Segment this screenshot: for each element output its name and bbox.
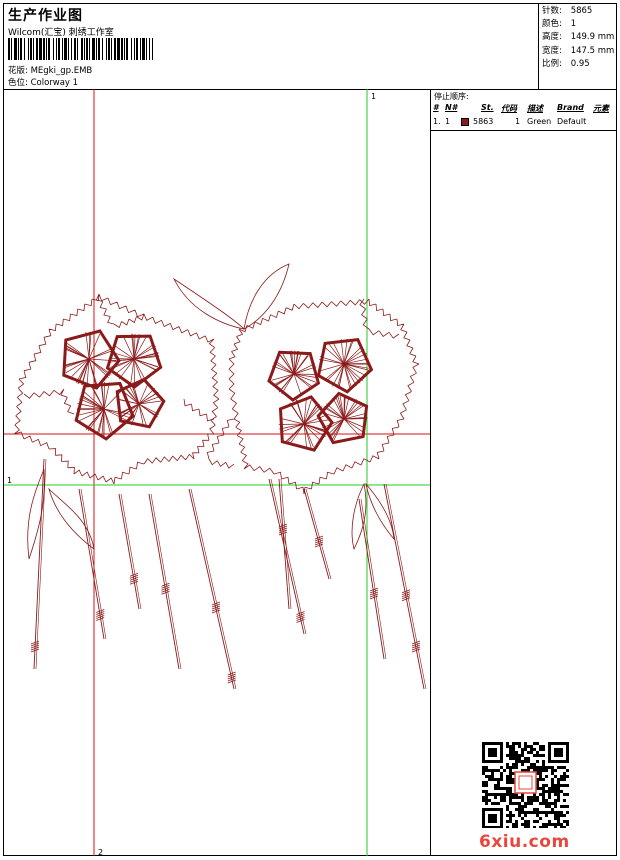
stop-sequence-header: # N# St. 代码 描述 Brand 元素 xyxy=(431,103,617,115)
marker-top: 1 xyxy=(371,92,376,101)
embroidery-design: 1 1 2 xyxy=(4,89,430,856)
colorway-value: Colorway 1 xyxy=(31,78,79,88)
colorway-line: 色位: Colorway 1 xyxy=(8,76,78,88)
file-label: 花版: xyxy=(8,66,28,76)
file-line: 花版: MEgki_gp.EMB xyxy=(8,64,92,76)
table-row: 1. 1 5863 1 Green Default xyxy=(431,117,617,129)
marker-left: 1 xyxy=(7,476,12,485)
panel-divider xyxy=(430,131,431,856)
watermark-logo: 6xiu.com xyxy=(479,832,570,852)
colorway-label: 色位: xyxy=(8,78,28,88)
stop-sequence-title: 停止顺序: xyxy=(434,91,469,102)
col-stitches: St. xyxy=(481,103,494,112)
stat-width: 宽度: 147.5 mm xyxy=(542,45,616,58)
flower-artwork xyxy=(14,264,426,689)
barcode-icon xyxy=(8,38,153,60)
sheet-header: 生产作业图 Wilcom(汇宝) 刺绣工作室 花版: MEgki_gp.EMB … xyxy=(4,4,616,90)
stat-scale: 比例: 0.95 xyxy=(542,58,616,71)
marker-bottom: 2 xyxy=(98,848,103,856)
production-sheet: 生产作业图 Wilcom(汇宝) 刺绣工作室 花版: MEgki_gp.EMB … xyxy=(3,3,617,856)
stat-colors: 颜色: 1 xyxy=(542,18,616,31)
stop-sequence-panel: 停止顺序: # N# St. 代码 描述 Brand 元素 1. 1 5863 … xyxy=(430,89,616,131)
col-index: # xyxy=(433,103,439,112)
page-title: 生产作业图 xyxy=(8,5,83,25)
col-brand: Brand xyxy=(557,103,584,112)
col-code: 代码 xyxy=(501,103,517,114)
qr-code-icon xyxy=(482,742,570,828)
stat-stitches: 针数: 5865 xyxy=(542,5,616,18)
stat-height: 高度: 149.9 mm xyxy=(542,31,616,44)
col-desc: 描述 xyxy=(527,103,543,114)
thread-swatch xyxy=(461,118,469,126)
col-element: 元素 xyxy=(593,103,609,114)
company-name: Wilcom(汇宝) 刺绣工作室 xyxy=(8,25,114,38)
stats-box: 针数: 5865 颜色: 1 高度: 149.9 mm 宽度: 147.5 mm… xyxy=(538,4,616,89)
file-value: MEgki_gp.EMB xyxy=(31,66,93,76)
col-needle: N# xyxy=(445,103,457,112)
